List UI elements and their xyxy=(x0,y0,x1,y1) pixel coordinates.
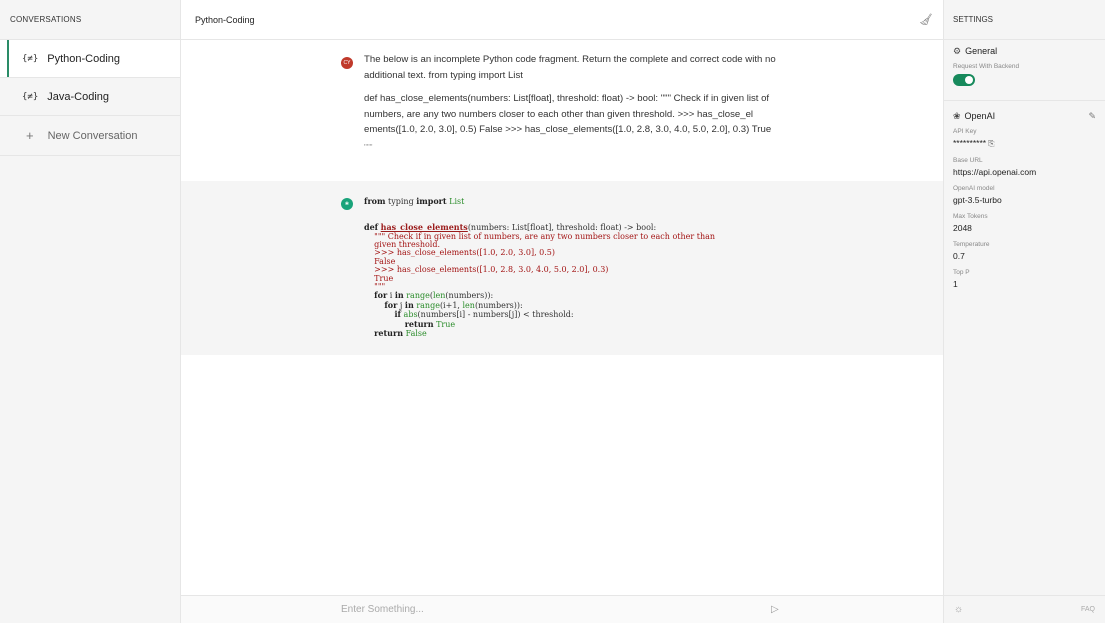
conversation-item-java-coding[interactable]: {≠} Java-Coding xyxy=(0,78,180,116)
settings-header: SETTINGS xyxy=(944,0,1105,40)
assistant-message: ❀ from typing import List def has_close_… xyxy=(181,181,943,355)
user-message-paragraph: def has_close_elements(numbers: List[flo… xyxy=(364,93,772,135)
request-backend-label: Request With Backend xyxy=(953,63,1020,70)
conversation-item-python-coding[interactable]: {≠} Python-Coding xyxy=(0,40,180,78)
settings-footer: ☼ FAQ xyxy=(944,595,1105,623)
temperature-value: 0.7 xyxy=(953,251,965,261)
new-conversation-button[interactable]: + New Conversation xyxy=(0,116,180,156)
copy-icon[interactable]: ⎘ xyxy=(988,139,994,148)
openai-section: ❀ OpenAI ✎ API Key ********** ⎘ Base URL h… xyxy=(944,101,1105,305)
openai-icon: ❀ xyxy=(953,111,961,121)
user-message-paragraph: """ xyxy=(364,142,373,152)
api-key-text: ********** xyxy=(953,138,987,148)
new-conversation-label: New Conversation xyxy=(47,129,138,142)
message-list: CY The below is an incomplete Python cod… xyxy=(181,40,943,595)
sun-icon[interactable]: ☼ xyxy=(954,604,963,615)
chat-title: Python-Coding xyxy=(195,14,255,25)
code-block: from typing import List def has_close_el… xyxy=(364,196,716,339)
conversation-label: Java-Coding xyxy=(47,90,110,103)
api-key-value: ********** ⎘ xyxy=(953,138,1096,149)
sidebar-header: CONVERSATIONS xyxy=(0,0,180,40)
plus-icon: + xyxy=(26,128,34,143)
model-label: OpenAI model xyxy=(953,185,995,192)
temperature-label: Temperature xyxy=(953,241,990,248)
message-input-bar: ▷ xyxy=(181,595,943,623)
code-icon: {≠} xyxy=(22,91,39,102)
api-key-label: API Key xyxy=(953,128,977,135)
max-tokens-label: Max Tokens xyxy=(953,213,988,220)
model-value: gpt-3.5-turbo xyxy=(953,195,1002,205)
message-input[interactable] xyxy=(341,604,721,615)
general-section: ⚙ General Request With Backend xyxy=(944,40,1105,101)
openai-title-text: OpenAI xyxy=(964,111,996,121)
top-p-value: 1 xyxy=(953,279,958,289)
edit-icon[interactable]: ✎ xyxy=(1088,111,1096,122)
user-avatar: CY xyxy=(341,57,353,69)
faq-link[interactable]: FAQ xyxy=(1081,606,1095,613)
chat-main: Python-Coding 🧹︎ CY The below is an inco… xyxy=(181,0,943,623)
code-icon: {≠} xyxy=(22,53,39,64)
send-icon[interactable]: ▷ xyxy=(771,604,779,615)
app-window: CONVERSATIONS {≠} Python-Coding {≠} Java… xyxy=(0,0,1105,623)
user-message-text: The below is an incomplete Python code f… xyxy=(364,52,794,163)
general-title: ⚙ General xyxy=(953,46,1096,57)
openai-title: ❀ OpenAI ✎ xyxy=(953,111,1096,122)
chat-header: Python-Coding 🧹︎ xyxy=(181,0,943,40)
user-message: CY The below is an incomplete Python cod… xyxy=(181,40,943,179)
toggle-knob xyxy=(965,76,973,84)
settings-panel: SETTINGS ⚙ General Request With Backend ❀… xyxy=(943,0,1105,623)
general-title-text: General xyxy=(965,46,998,56)
gear-icon: ⚙ xyxy=(953,46,962,56)
user-message-paragraph: The below is an incomplete Python code f… xyxy=(364,54,776,81)
base-url-label: Base URL xyxy=(953,157,983,164)
conversation-label: Python-Coding xyxy=(47,52,121,65)
conversations-sidebar: CONVERSATIONS {≠} Python-Coding {≠} Java… xyxy=(0,0,181,623)
max-tokens-value: 2048 xyxy=(953,223,972,233)
request-backend-toggle[interactable] xyxy=(953,74,975,86)
clear-chat-icon[interactable]: 🧹︎ xyxy=(919,13,933,26)
top-p-label: Top P xyxy=(953,269,970,276)
base-url-value: https://api.openai.com xyxy=(953,167,1037,177)
openai-avatar-icon: ❀ xyxy=(341,198,353,210)
